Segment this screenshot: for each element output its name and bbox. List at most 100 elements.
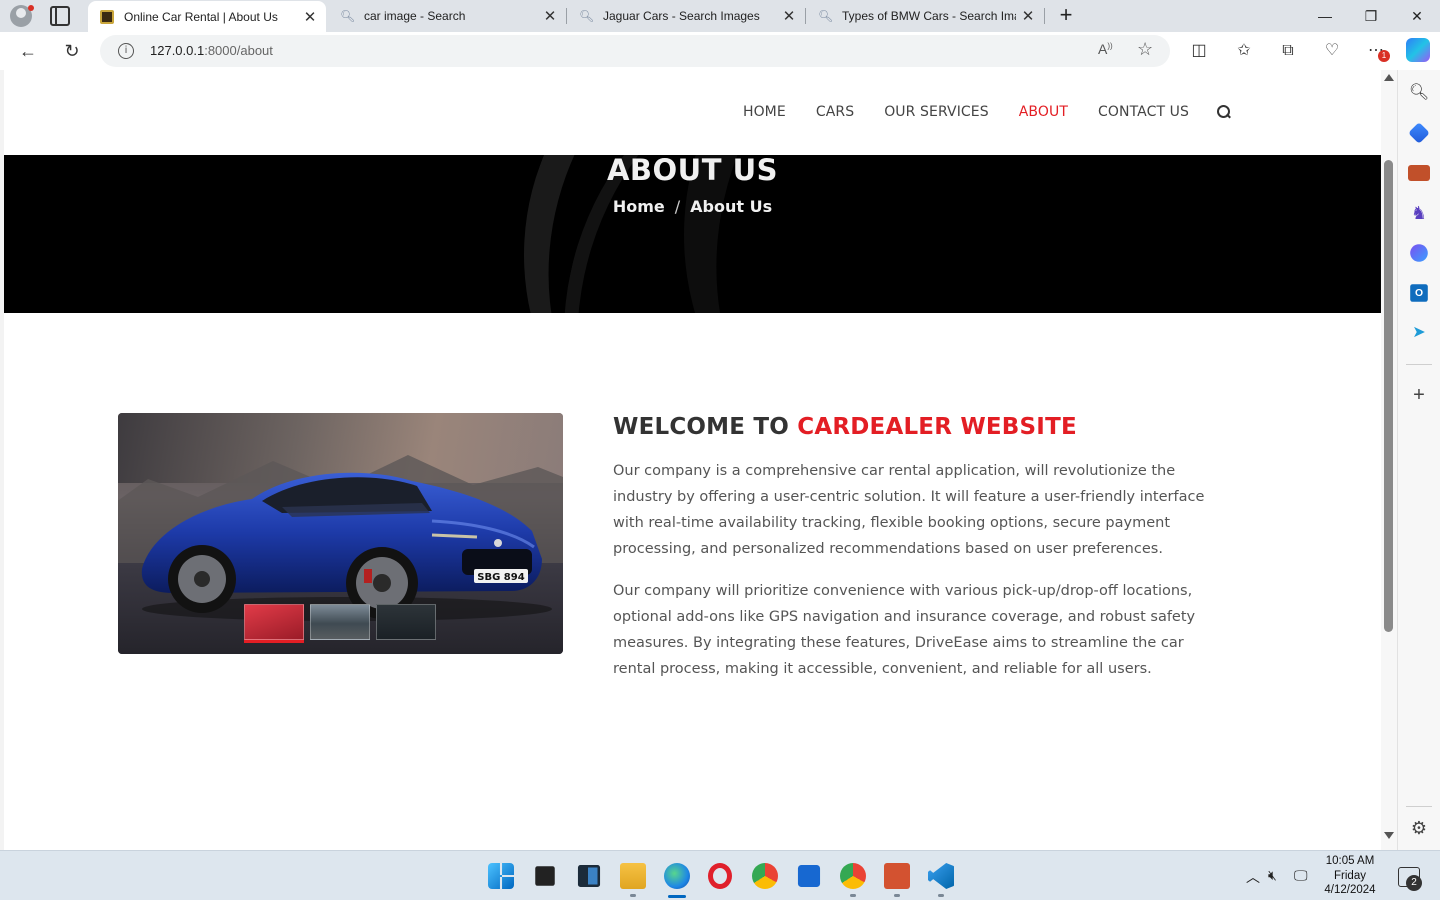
running-indicator	[850, 894, 856, 897]
thumbnail-red-car[interactable]	[244, 604, 304, 640]
close-icon[interactable]: ✕	[538, 7, 562, 25]
opera-icon[interactable]	[708, 863, 732, 889]
shopping-tag-icon[interactable]	[1408, 122, 1430, 144]
back-button[interactable]: ←	[14, 37, 42, 65]
new-tab-button[interactable]: +	[1054, 3, 1078, 27]
address-bar[interactable]: i 127.0.0.1:8000/about A)) ☆	[100, 35, 1170, 67]
refresh-button[interactable]: ↻	[58, 37, 86, 65]
chrome-icon[interactable]	[752, 863, 778, 889]
close-icon[interactable]: ✕	[1016, 7, 1040, 25]
car-image-carousel: SBG 894	[118, 413, 563, 654]
running-indicator	[938, 894, 944, 897]
breadcrumb-home[interactable]: Home	[613, 197, 665, 216]
volume-muted-icon[interactable]: 🔇︎	[1268, 867, 1277, 884]
games-icon[interactable]: ♞	[1408, 202, 1430, 224]
url-host: 127.0.0.1	[150, 43, 205, 58]
clock-time: 10:05 AM	[1325, 855, 1375, 867]
license-plate-text: SBG 894	[477, 572, 524, 583]
tab-title: car image - Search	[364, 9, 466, 23]
read-aloud-icon[interactable]: A))	[1098, 41, 1113, 57]
breadcrumb-separator: /	[674, 197, 681, 216]
site-header: HOME CARS OUR SERVICES ABOUT CONTACT US	[4, 70, 1381, 155]
vscode-icon[interactable]	[928, 863, 954, 889]
page-scrollbar[interactable]	[1381, 70, 1397, 850]
drop-icon[interactable]: ➤	[1408, 322, 1430, 344]
tools-briefcase-icon[interactable]	[1408, 165, 1430, 181]
windows-start-icon[interactable]	[488, 863, 514, 889]
active-app-indicator	[668, 895, 686, 898]
chrome-profile-icon[interactable]	[840, 863, 866, 889]
scroll-thumb[interactable]	[1384, 160, 1393, 632]
tab-title: Online Car Rental | About Us	[124, 9, 278, 24]
welcome-heading-accent: CARDEALER WEBSITE	[797, 414, 1077, 440]
page-title: ABOUT US	[606, 155, 779, 187]
site-logo-icon	[100, 9, 114, 24]
scroll-down-arrow-icon[interactable]	[1384, 832, 1394, 839]
chevron-up-icon[interactable]: ︿	[1246, 867, 1260, 887]
search-icon[interactable]	[1217, 105, 1231, 119]
nav-contact-us[interactable]: CONTACT US	[1098, 104, 1189, 120]
extension-badge: 1	[1378, 50, 1390, 62]
windows-taskbar: ︿ 🔇︎ 🖵︎ 10:05 AM Friday 4/12/2024 2	[0, 850, 1440, 900]
url-text[interactable]: 127.0.0.1:8000/about	[150, 43, 273, 58]
search-icon: 🔍︎	[579, 9, 595, 23]
nav-our-services[interactable]: OUR SERVICES	[884, 104, 989, 120]
nav-home[interactable]: HOME	[743, 104, 786, 120]
collections-icon[interactable]: ⧉	[1277, 40, 1299, 62]
tab-title: Types of BMW Cars - Search Images	[842, 9, 1016, 23]
file-explorer-icon[interactable]	[620, 863, 646, 889]
restore-button[interactable]: ❐	[1348, 0, 1394, 32]
gear-icon[interactable]: ⚙	[1408, 818, 1430, 839]
browser-toolbar: ← ↻ i 127.0.0.1:8000/about A)) ☆ ◫ ✩ ⧉ ♡…	[0, 32, 1440, 70]
network-icon[interactable]: 🖵︎	[1294, 867, 1308, 884]
sidebar-divider	[1406, 806, 1432, 807]
tab-title: Jaguar Cars - Search Images	[603, 9, 760, 23]
page-viewport: HOME CARS OUR SERVICES ABOUT CONTACT US …	[4, 70, 1381, 850]
tab-about[interactable]: Online Car Rental | About Us ✕	[88, 1, 326, 32]
clock-date: 4/12/2024	[1324, 884, 1376, 896]
tab-jaguar-search[interactable]: 🔍︎ Jaguar Cars - Search Images ✕	[567, 0, 805, 32]
welcome-heading-prefix: WELCOME TO	[613, 414, 790, 440]
widgets-icon[interactable]	[577, 864, 601, 888]
tab-strip: Online Car Rental | About Us ✕ 🔍︎ car im…	[0, 0, 1440, 32]
hero-banner: ABOUT US Home / About Us	[4, 155, 1381, 313]
nav-about[interactable]: ABOUT	[1019, 104, 1068, 120]
close-window-button[interactable]: ✕	[1394, 0, 1440, 32]
carousel-thumbnails	[244, 604, 436, 640]
edge-icon[interactable]	[664, 863, 690, 889]
microsoft-365-icon[interactable]	[1410, 244, 1428, 262]
copilot-icon[interactable]	[1406, 38, 1430, 62]
powerpoint-icon[interactable]	[884, 863, 910, 889]
search-icon[interactable]: 🔍︎	[1408, 82, 1430, 104]
running-indicator	[630, 894, 636, 897]
outlook-icon[interactable]: O	[1410, 284, 1428, 302]
tab-bmw-search[interactable]: 🔍︎ Types of BMW Cars - Search Images ✕	[806, 0, 1044, 32]
tab-car-image-search[interactable]: 🔍︎ car image - Search ✕	[328, 0, 566, 32]
split-screen-icon[interactable]: ◫	[1188, 40, 1210, 62]
close-icon[interactable]: ✕	[777, 7, 801, 25]
add-icon[interactable]: +	[1408, 384, 1430, 407]
task-view-icon[interactable]	[535, 866, 555, 886]
tab-actions-icon[interactable]	[50, 6, 70, 26]
microsoft-store-icon[interactable]	[797, 864, 821, 888]
profile-notification-dot	[28, 5, 34, 11]
url-path: :8000/about	[204, 43, 273, 58]
breadcrumb: Home / About Us	[4, 197, 1381, 216]
about-paragraph-2: Our company will prioritize convenience …	[613, 583, 1196, 677]
nav-cars[interactable]: CARS	[816, 104, 854, 120]
browser-essentials-icon[interactable]: ♡	[1321, 40, 1343, 62]
edge-sidebar: 🔍︎ ♞ O ➤ + ⚙	[1397, 70, 1440, 850]
minimize-button[interactable]: —	[1302, 0, 1348, 32]
thumbnail-dark-car[interactable]	[376, 604, 436, 640]
info-icon[interactable]: i	[118, 43, 134, 59]
tab-divider	[1044, 8, 1045, 24]
favorites-icon[interactable]: ✩	[1233, 40, 1255, 62]
welcome-heading: WELCOME TO CARDEALER WEBSITE	[613, 414, 1077, 440]
clock[interactable]: 10:05 AM Friday 4/12/2024	[1318, 854, 1382, 898]
breadcrumb-current: About Us	[690, 197, 773, 216]
thumbnail-grey-car[interactable]	[310, 604, 370, 640]
scroll-up-arrow-icon[interactable]	[1384, 74, 1394, 81]
favorite-star-icon[interactable]: ☆	[1137, 39, 1153, 60]
close-icon[interactable]: ✕	[298, 8, 322, 26]
sidebar-divider	[1406, 364, 1432, 365]
